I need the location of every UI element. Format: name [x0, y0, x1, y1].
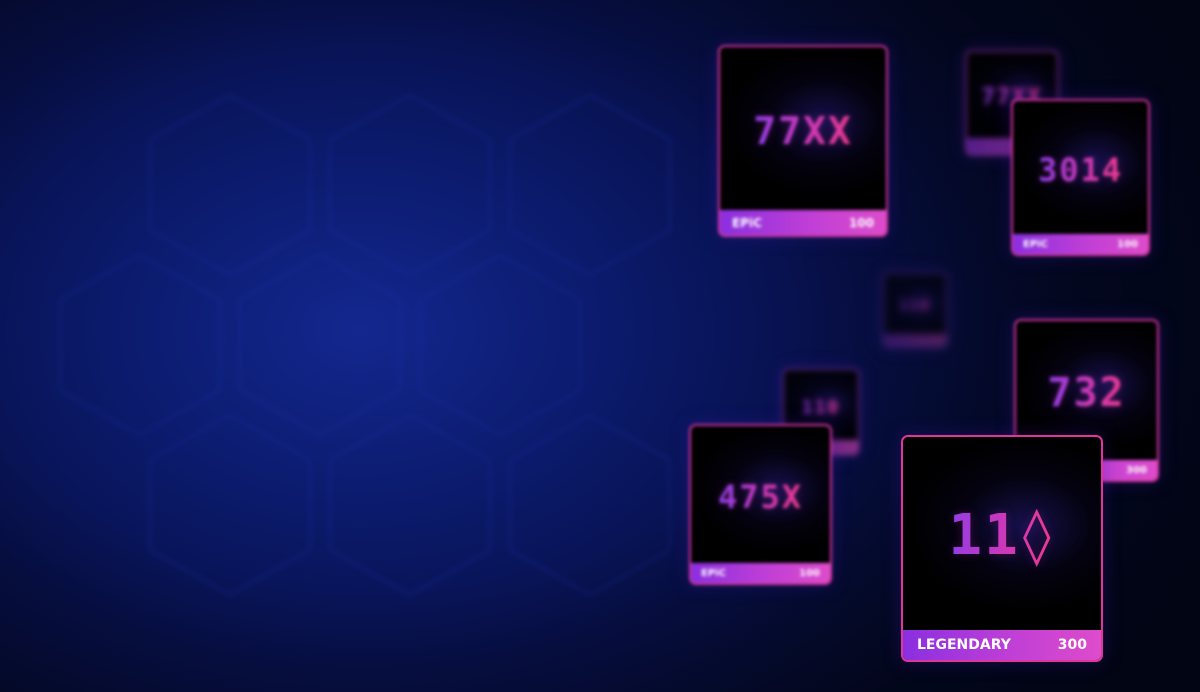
nft-card[interactable]: 3014 EPiC 100: [1011, 99, 1150, 256]
card-number: 77XX: [753, 108, 853, 153]
nft-card[interactable]: 110: [882, 272, 948, 348]
card-rarity: EPiC: [1023, 238, 1048, 250]
nft-card[interactable]: 475X EPiC 100: [689, 424, 832, 585]
card-number: 110: [801, 396, 841, 418]
card-value: 100: [848, 215, 874, 230]
card-value: 100: [1117, 238, 1138, 250]
card-number: 732: [1047, 369, 1126, 416]
card-number: 11◊: [948, 503, 1056, 568]
card-value: 300: [1057, 637, 1087, 653]
card-number: 3014: [1037, 150, 1124, 189]
card-number: 475X: [717, 477, 804, 516]
nft-card-legendary[interactable]: 11◊ LEGENDARY 300: [901, 435, 1103, 662]
card-rarity: EPiC: [701, 567, 726, 579]
card-value: 300: [1126, 464, 1147, 476]
card-rarity: LEGENDARY: [917, 637, 1011, 653]
card-value: 100: [799, 567, 820, 579]
card-number: 110: [899, 298, 931, 314]
nft-card[interactable]: 77XX EPiC 100: [718, 45, 888, 237]
card-rarity: EPiC: [732, 215, 762, 230]
